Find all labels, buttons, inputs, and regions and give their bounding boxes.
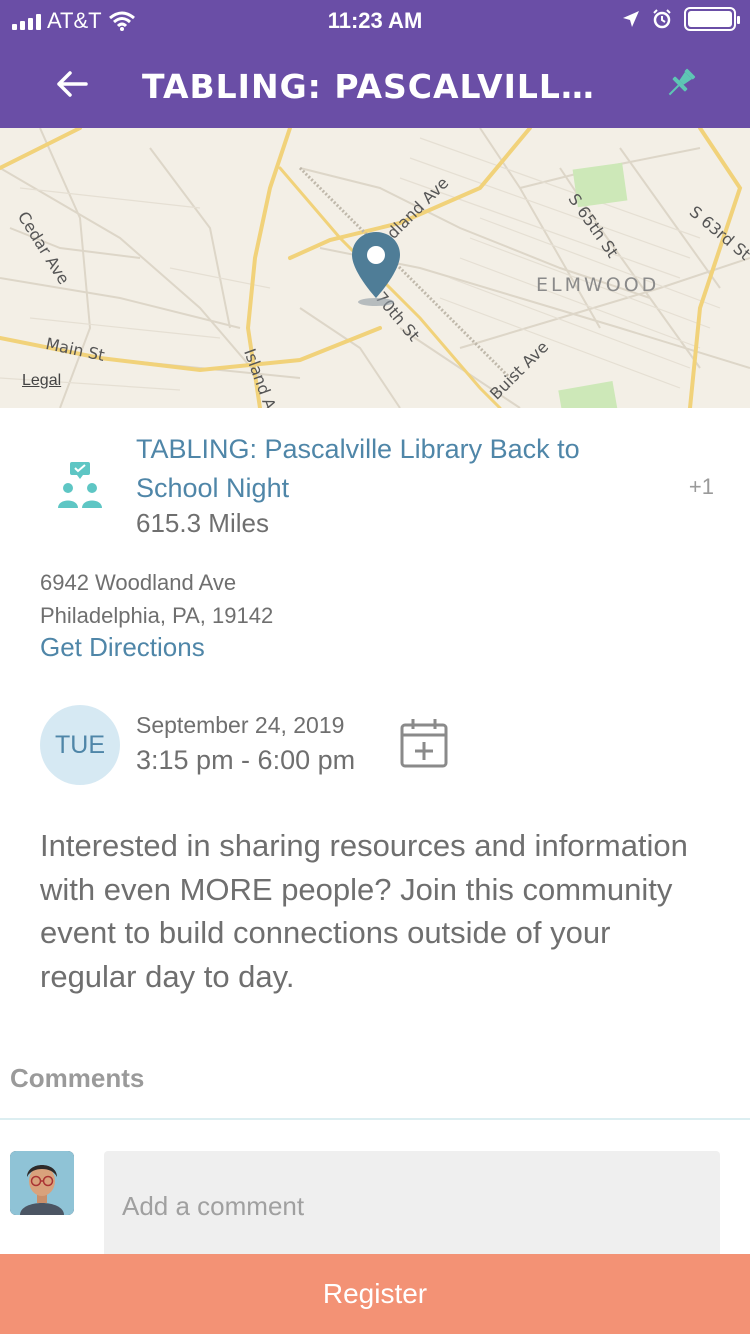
comment-input[interactable]: [104, 1151, 720, 1261]
status-bar: AT&T 11:23 AM: [0, 0, 750, 40]
avatar: [10, 1151, 74, 1215]
attendees-extra-count[interactable]: +1: [689, 474, 714, 500]
day-badge: TUE: [40, 705, 120, 785]
map-label-elmwood: ELMWOOD: [536, 274, 660, 296]
back-button[interactable]: [48, 60, 96, 108]
pin-button[interactable]: [656, 60, 704, 108]
event-description: Interested in sharing resources and info…: [40, 828, 688, 994]
header: TABLING: PASCALVILLE LIBRARY B...: [0, 40, 750, 128]
event-time-range: 3:15 pm - 6:00 pm: [136, 745, 356, 775]
group-event-icon: [58, 462, 102, 508]
battery-icon: [684, 7, 740, 31]
map-legal-link[interactable]: Legal: [22, 372, 61, 390]
get-directions-link[interactable]: Get Directions: [40, 632, 205, 663]
page-title: TABLING: PASCALVILLE LIBRARY B...: [142, 67, 612, 106]
map-pin-icon[interactable]: [348, 228, 404, 308]
user-avatar-icon: [10, 1151, 74, 1215]
alarm-icon: [653, 9, 671, 29]
arrow-left-icon: [57, 71, 88, 97]
event-map[interactable]: Cedar Ave Woodland Ave S 65th St S 63rd …: [0, 128, 750, 408]
event-distance: 615.3 Miles: [136, 508, 269, 538]
event-address: 6942 Woodland Ave Philadelphia, PA, 1914…: [40, 566, 273, 632]
pushpin-icon: [668, 68, 696, 96]
calendar-add-icon[interactable]: [398, 716, 450, 770]
register-button[interactable]: Register: [0, 1254, 750, 1334]
address-line-1: 6942 Woodland Ave: [40, 570, 237, 595]
location-arrow-icon: [623, 11, 639, 27]
status-right: [622, 7, 740, 31]
event-date: September 24, 2019: [136, 712, 345, 738]
top-bar: AT&T 11:23 AM TABLING: PASCALVILLE: [0, 0, 750, 128]
comments-heading: Comments: [10, 1063, 145, 1093]
address-line-2: Philadelphia, PA, 19142: [40, 603, 274, 628]
event-title: TABLING: Pascalville Library Back to Sch…: [136, 434, 580, 503]
comments-divider: [0, 1118, 750, 1120]
